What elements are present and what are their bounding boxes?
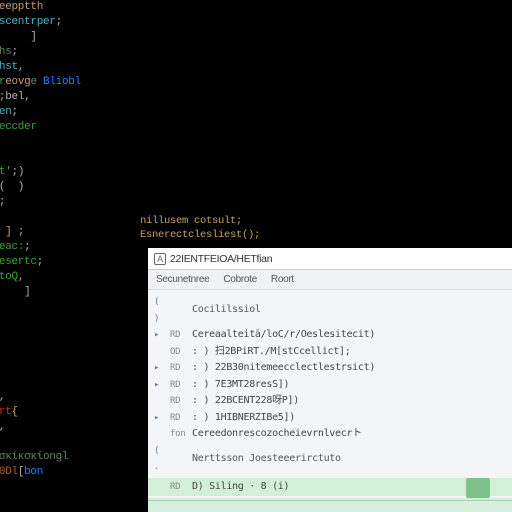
stack-frame[interactable]: RD D) Siling · 8 (i) <box>154 479 506 496</box>
frame-text: Cereaalteitä/loC/r/Oeslesitecit) <box>192 327 375 344</box>
frame-text: Cereedonrescozocheievrnlvecrト <box>192 426 362 443</box>
code-line[interactable]: ] <box>0 30 280 45</box>
code-line[interactable] <box>0 135 280 150</box>
frame-tag: RD <box>170 393 186 410</box>
code-line[interactable]: |1); <box>0 195 280 210</box>
tab-2[interactable]: Roort <box>271 274 294 285</box>
code-line[interactable]: ifths; <box>0 45 280 60</box>
frame-text: : ) 1HIBNERZIBe5]) <box>192 410 295 427</box>
code-line[interactable]: isDen; <box>0 105 280 120</box>
code-line[interactable]: ooct';) <box>0 165 280 180</box>
app-icon: A <box>154 253 166 265</box>
expand-icon[interactable]: ▸ <box>154 377 164 394</box>
code-line[interactable]: afereovge Bliobl <box>0 75 280 90</box>
inspector-panel: A 22IENTFEIOA/HETfian Secunetnree Cobrot… <box>148 248 512 512</box>
stack-frame[interactable]: fon Cereedonrescozocheievrnlvecrト <box>154 426 506 443</box>
frame-text: : ) 22B30nitemeecclectlestrsict) <box>192 360 375 377</box>
code-line: nillusem cotsult; <box>140 214 260 228</box>
stack-group[interactable]: ( . Nerttsson Joesteeerirctuto <box>154 443 506 476</box>
frame-text: Cocililssiol <box>192 302 261 319</box>
expand-icon[interactable]: ( . <box>154 443 164 476</box>
frame-text: Nerttsson Joesteeerirctuto <box>192 451 341 468</box>
code-line[interactable]: yct( ) <box>0 180 280 195</box>
frame-tag: RD <box>170 360 186 377</box>
panel-resize-grip[interactable] <box>466 478 490 498</box>
frame-text: : ) 7E3MT28resS]) <box>192 377 289 394</box>
frame-tag: fon <box>170 426 186 443</box>
expand-icon[interactable]: ▸ <box>154 360 164 377</box>
stack-frame[interactable]: ▸ RD : ) 22B30nitemeecclectlestrsict) <box>154 360 506 377</box>
frame-text: : ) 扫2BPiRT./M[stCcellict]; <box>192 344 350 361</box>
stack-group[interactable]: ( ) Cocililssiol <box>154 294 506 327</box>
frame-tag: RD <box>170 327 186 344</box>
panel-statusbar <box>148 500 512 512</box>
frame-text: : ) 22BCENT228呀P]) <box>192 393 299 410</box>
panel-body[interactable]: ( ) Cocililssiol ▸ RD Cereaalteitä/loC/r/Oes… <box>148 290 512 512</box>
expand-icon[interactable]: ( ) <box>154 294 164 327</box>
panel-tabs: Secunetnree Cobrote Roort <box>148 270 512 290</box>
code-line: Esnerectclesliest(); <box>140 228 260 242</box>
stack-frame[interactable]: ▸ RD : ) 7E3MT28resS]) <box>154 377 506 394</box>
code-line[interactable]: sseepptth <box>0 0 280 15</box>
expand-icon[interactable]: ▸ <box>154 410 164 427</box>
frame-text: D) Siling · 8 (i) <box>192 479 289 496</box>
panel-titlebar[interactable]: A 22IENTFEIOA/HETfian <box>148 248 512 270</box>
frame-tag: RD <box>170 479 186 496</box>
expand-icon[interactable]: ▸ <box>154 327 164 344</box>
code-line[interactable]: leccder <box>0 120 280 135</box>
stack-frame[interactable]: ▸ RD : ) 1HIBNERZIBe5]) <box>154 410 506 427</box>
code-line[interactable]: tDescentrper; <box>0 15 280 30</box>
tab-0[interactable]: Secunetnree <box>156 274 209 285</box>
stack-frame[interactable]: RD : ) 22BCENT228呀P]) <box>154 393 506 410</box>
code-editor-snippet: nillusem cotsult;Esnerectclesliest(); <box>140 214 260 242</box>
frame-tag: RD <box>170 410 186 427</box>
tab-1[interactable]: Cobrote <box>223 274 256 285</box>
frame-tag: RD <box>170 377 186 394</box>
stack-frame[interactable]: OD : ) 扫2BPiRT./M[stCcellict]; <box>154 344 506 361</box>
panel-title-text: 22IENTFEIOA/HETfian <box>170 253 272 265</box>
stack-frame[interactable]: ▸ RD Cereaalteitä/loC/r/Oeslesitecit) <box>154 327 506 344</box>
code-line[interactable] <box>0 150 280 165</box>
code-line[interactable]: es-;bel, <box>0 90 280 105</box>
code-line[interactable]: =:thst, <box>0 60 280 75</box>
frame-tag: OD <box>170 344 186 361</box>
